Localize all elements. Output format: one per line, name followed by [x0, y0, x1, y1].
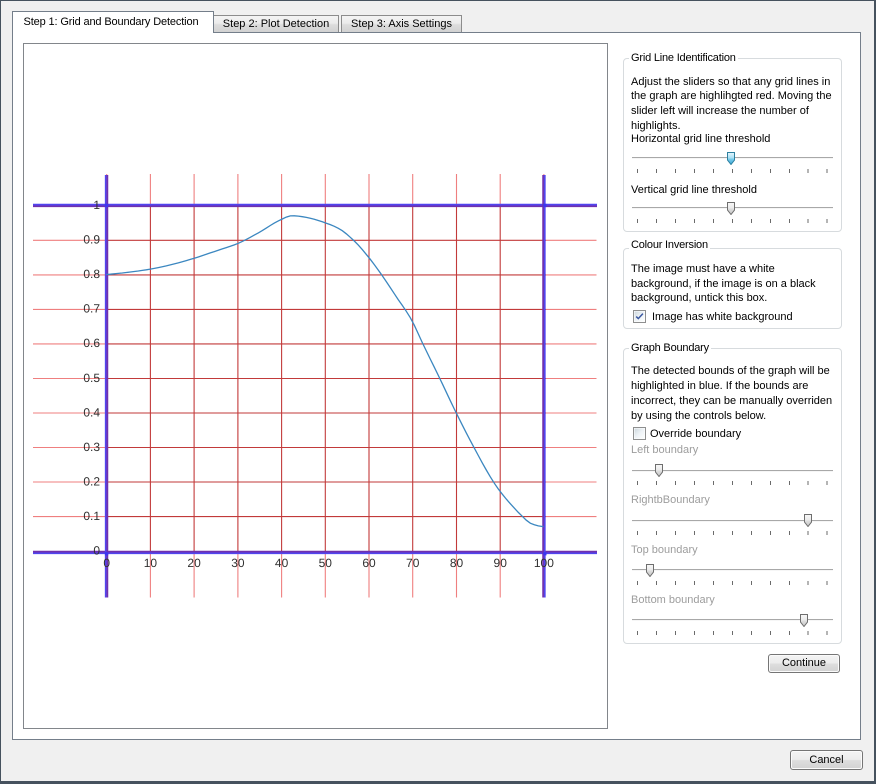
svg-text:0.9: 0.9 — [83, 233, 100, 247]
svg-text:0.6: 0.6 — [83, 336, 100, 350]
svg-text:40: 40 — [275, 556, 289, 570]
svg-text:0.1: 0.1 — [83, 509, 100, 523]
svg-text:0.4: 0.4 — [83, 405, 100, 419]
svg-text:0: 0 — [103, 556, 110, 570]
svg-text:0.2: 0.2 — [83, 475, 100, 489]
svg-text:100: 100 — [534, 556, 554, 570]
svg-text:1: 1 — [93, 198, 100, 212]
svg-text:80: 80 — [450, 556, 464, 570]
svg-text:50: 50 — [319, 556, 333, 570]
svg-text:30: 30 — [231, 556, 245, 570]
svg-text:70: 70 — [406, 556, 420, 570]
svg-text:20: 20 — [187, 556, 201, 570]
svg-text:0.5: 0.5 — [83, 371, 100, 385]
svg-text:60: 60 — [362, 556, 376, 570]
svg-text:0: 0 — [93, 544, 100, 558]
svg-text:0.7: 0.7 — [83, 302, 100, 316]
svg-text:10: 10 — [144, 556, 158, 570]
svg-text:0.3: 0.3 — [83, 440, 100, 454]
svg-text:90: 90 — [494, 556, 508, 570]
svg-text:0.8: 0.8 — [83, 267, 100, 281]
